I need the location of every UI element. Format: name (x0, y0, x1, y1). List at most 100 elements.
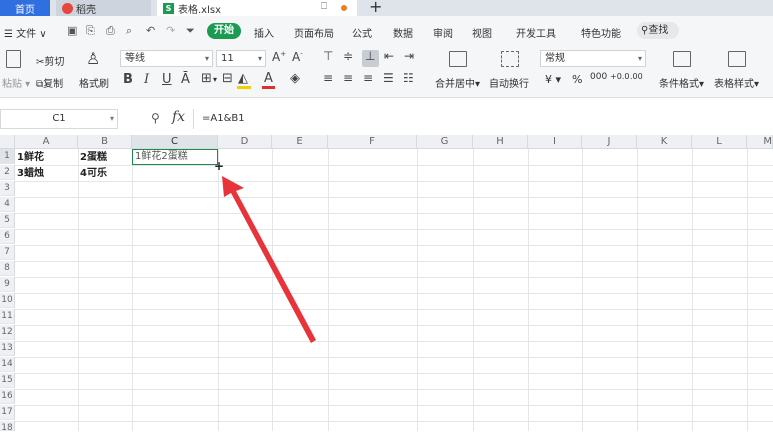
format-painter-button[interactable]: 格式刷 (79, 75, 109, 90)
font-color-icon[interactable]: A (264, 71, 273, 86)
fill-color-icon[interactable]: ◭ (238, 71, 248, 86)
row-header[interactable]: 18 (0, 421, 15, 433)
paste-button[interactable]: 粘贴 ▾ (2, 75, 30, 90)
cut-button[interactable]: ✂剪切 (36, 53, 64, 68)
insert-function-button[interactable]: fx (172, 109, 185, 125)
row-header[interactable]: 10 (0, 293, 15, 308)
file-menu[interactable]: ☰ 文件 ∨ (4, 25, 47, 40)
tab-review[interactable]: 审阅 (433, 25, 453, 40)
tab-formulas[interactable]: 公式 (352, 25, 372, 40)
column-header-m[interactable]: M (747, 135, 773, 149)
tab-start[interactable]: 开始 (207, 23, 241, 39)
decrease-decimal-button[interactable]: .00 (630, 72, 643, 81)
row-header[interactable]: 17 (0, 405, 15, 420)
row-header[interactable]: 3 (0, 181, 15, 196)
column-header-j[interactable]: J (582, 135, 637, 149)
pin-icon[interactable]: ⎕ (321, 1, 327, 12)
distributed-icon[interactable]: ☷ (403, 71, 414, 85)
align-right-icon[interactable]: ≡ (363, 71, 373, 85)
percent-button[interactable]: % (572, 73, 582, 86)
row-header[interactable]: 14 (0, 357, 15, 372)
tab-insert[interactable]: 插入 (254, 25, 274, 40)
cell-a2[interactable]: 3蜡烛 (15, 166, 44, 181)
tab-developer[interactable]: 开发工具 (516, 25, 556, 40)
font-name-select[interactable]: 等线 ▾ (120, 50, 213, 67)
spreadsheet-grid[interactable]: A B C D E F G H I J K L M 1 2 3 4 5 6 7 … (0, 135, 773, 433)
print-preview-icon[interactable]: ⌕ (126, 24, 132, 38)
column-header-g[interactable]: G (417, 135, 473, 149)
formula-input[interactable]: =A1&B1 (193, 109, 773, 129)
row-header[interactable]: 11 (0, 309, 15, 324)
export-icon[interactable]: ⎘ (86, 24, 95, 38)
paste-icon[interactable] (6, 50, 21, 68)
tab-view[interactable]: 视图 (472, 25, 492, 40)
zoom-icon[interactable]: ⚲ (151, 111, 160, 125)
row-header[interactable]: 16 (0, 389, 15, 404)
column-header-a[interactable]: A (15, 135, 78, 149)
justify-icon[interactable]: ☰ (383, 71, 394, 85)
column-header-i[interactable]: I (528, 135, 582, 149)
cell-a1[interactable]: 1鲜花 (15, 150, 44, 165)
undo-icon[interactable]: ↶ (146, 24, 155, 37)
name-box[interactable]: C1 ▾ (0, 109, 118, 129)
row-header[interactable]: 9 (0, 277, 15, 292)
redo-icon[interactable]: ↷ (166, 24, 175, 37)
strikethrough-icon[interactable]: Ā (181, 72, 190, 87)
row-header[interactable]: 7 (0, 245, 15, 260)
copy-button[interactable]: ⧉复制 (36, 75, 63, 90)
indent-decrease-icon[interactable]: ⇤ (384, 49, 394, 63)
align-top-icon[interactable]: ⊤ (323, 49, 333, 63)
border-dropdown-icon[interactable]: ▾ (213, 75, 217, 84)
customize-icon[interactable]: ⏷ (186, 24, 195, 38)
select-all-corner[interactable] (0, 135, 15, 149)
row-header[interactable]: 8 (0, 261, 15, 276)
row-header[interactable]: 15 (0, 373, 15, 388)
grid-lines-icon[interactable]: ⊟ (222, 71, 233, 86)
align-center-icon[interactable]: ≡ (343, 71, 353, 85)
tab-file[interactable]: S 表格.xlsx (157, 0, 357, 16)
tab-page-layout[interactable]: 页面布局 (294, 25, 334, 40)
column-header-l[interactable]: L (692, 135, 747, 149)
decrease-font-icon[interactable]: A- (292, 50, 303, 64)
row-header[interactable]: 13 (0, 341, 15, 356)
tab-daoke[interactable]: 稻壳 (56, 0, 151, 16)
column-header-d[interactable]: D (218, 135, 272, 149)
tab-home[interactable]: 首页 (0, 0, 50, 16)
save-icon[interactable]: ▣ (67, 24, 77, 37)
bold-button[interactable]: B (123, 72, 133, 87)
number-format-select[interactable]: 常规 ▾ (540, 50, 646, 67)
conditional-format-button[interactable]: 条件格式▾ (659, 75, 704, 90)
row-header[interactable]: 4 (0, 197, 15, 212)
new-tab-icon[interactable]: + (369, 0, 382, 16)
cell-c1-selected[interactable]: 1鲜花2蛋糕 (132, 149, 218, 165)
row-header[interactable]: 2 (0, 165, 15, 180)
column-header-e[interactable]: E (272, 135, 328, 149)
underline-button[interactable]: U (162, 72, 172, 87)
merge-center-button[interactable]: 合并居中▾ (435, 75, 480, 90)
table-style-button[interactable]: 表格样式▾ (714, 75, 759, 90)
row-header[interactable]: 6 (0, 229, 15, 244)
indent-increase-icon[interactable]: ⇥ (404, 49, 414, 63)
increase-font-icon[interactable]: A+ (272, 50, 286, 64)
wrap-text-button[interactable]: 自动换行 (489, 75, 529, 90)
currency-button[interactable]: ¥ ▾ (545, 73, 561, 86)
font-size-select[interactable]: 11 ▾ (216, 50, 266, 67)
align-left-icon[interactable]: ≡ (323, 71, 333, 85)
tab-data[interactable]: 数据 (393, 25, 413, 40)
tab-special-features[interactable]: 特色功能 (581, 25, 621, 40)
thousands-button[interactable]: 000 (590, 72, 607, 82)
border-icon[interactable]: ⊞ (201, 71, 212, 86)
column-header-k[interactable]: K (637, 135, 692, 149)
search-button[interactable]: ⚲查找 (637, 22, 679, 39)
cell-b1[interactable]: 2蛋糕 (78, 150, 107, 165)
column-header-c[interactable]: C (132, 135, 218, 149)
print-icon[interactable]: ⎙ (106, 24, 115, 38)
align-middle-icon[interactable]: ≑ (343, 49, 353, 63)
row-header[interactable]: 12 (0, 325, 15, 340)
italic-button[interactable]: I (144, 72, 149, 87)
column-header-b[interactable]: B (78, 135, 132, 149)
clear-format-icon[interactable]: ◈ (290, 71, 300, 86)
column-header-f[interactable]: F (328, 135, 417, 149)
increase-decimal-button[interactable]: +0.0 (610, 72, 629, 81)
row-header[interactable]: 5 (0, 213, 15, 228)
